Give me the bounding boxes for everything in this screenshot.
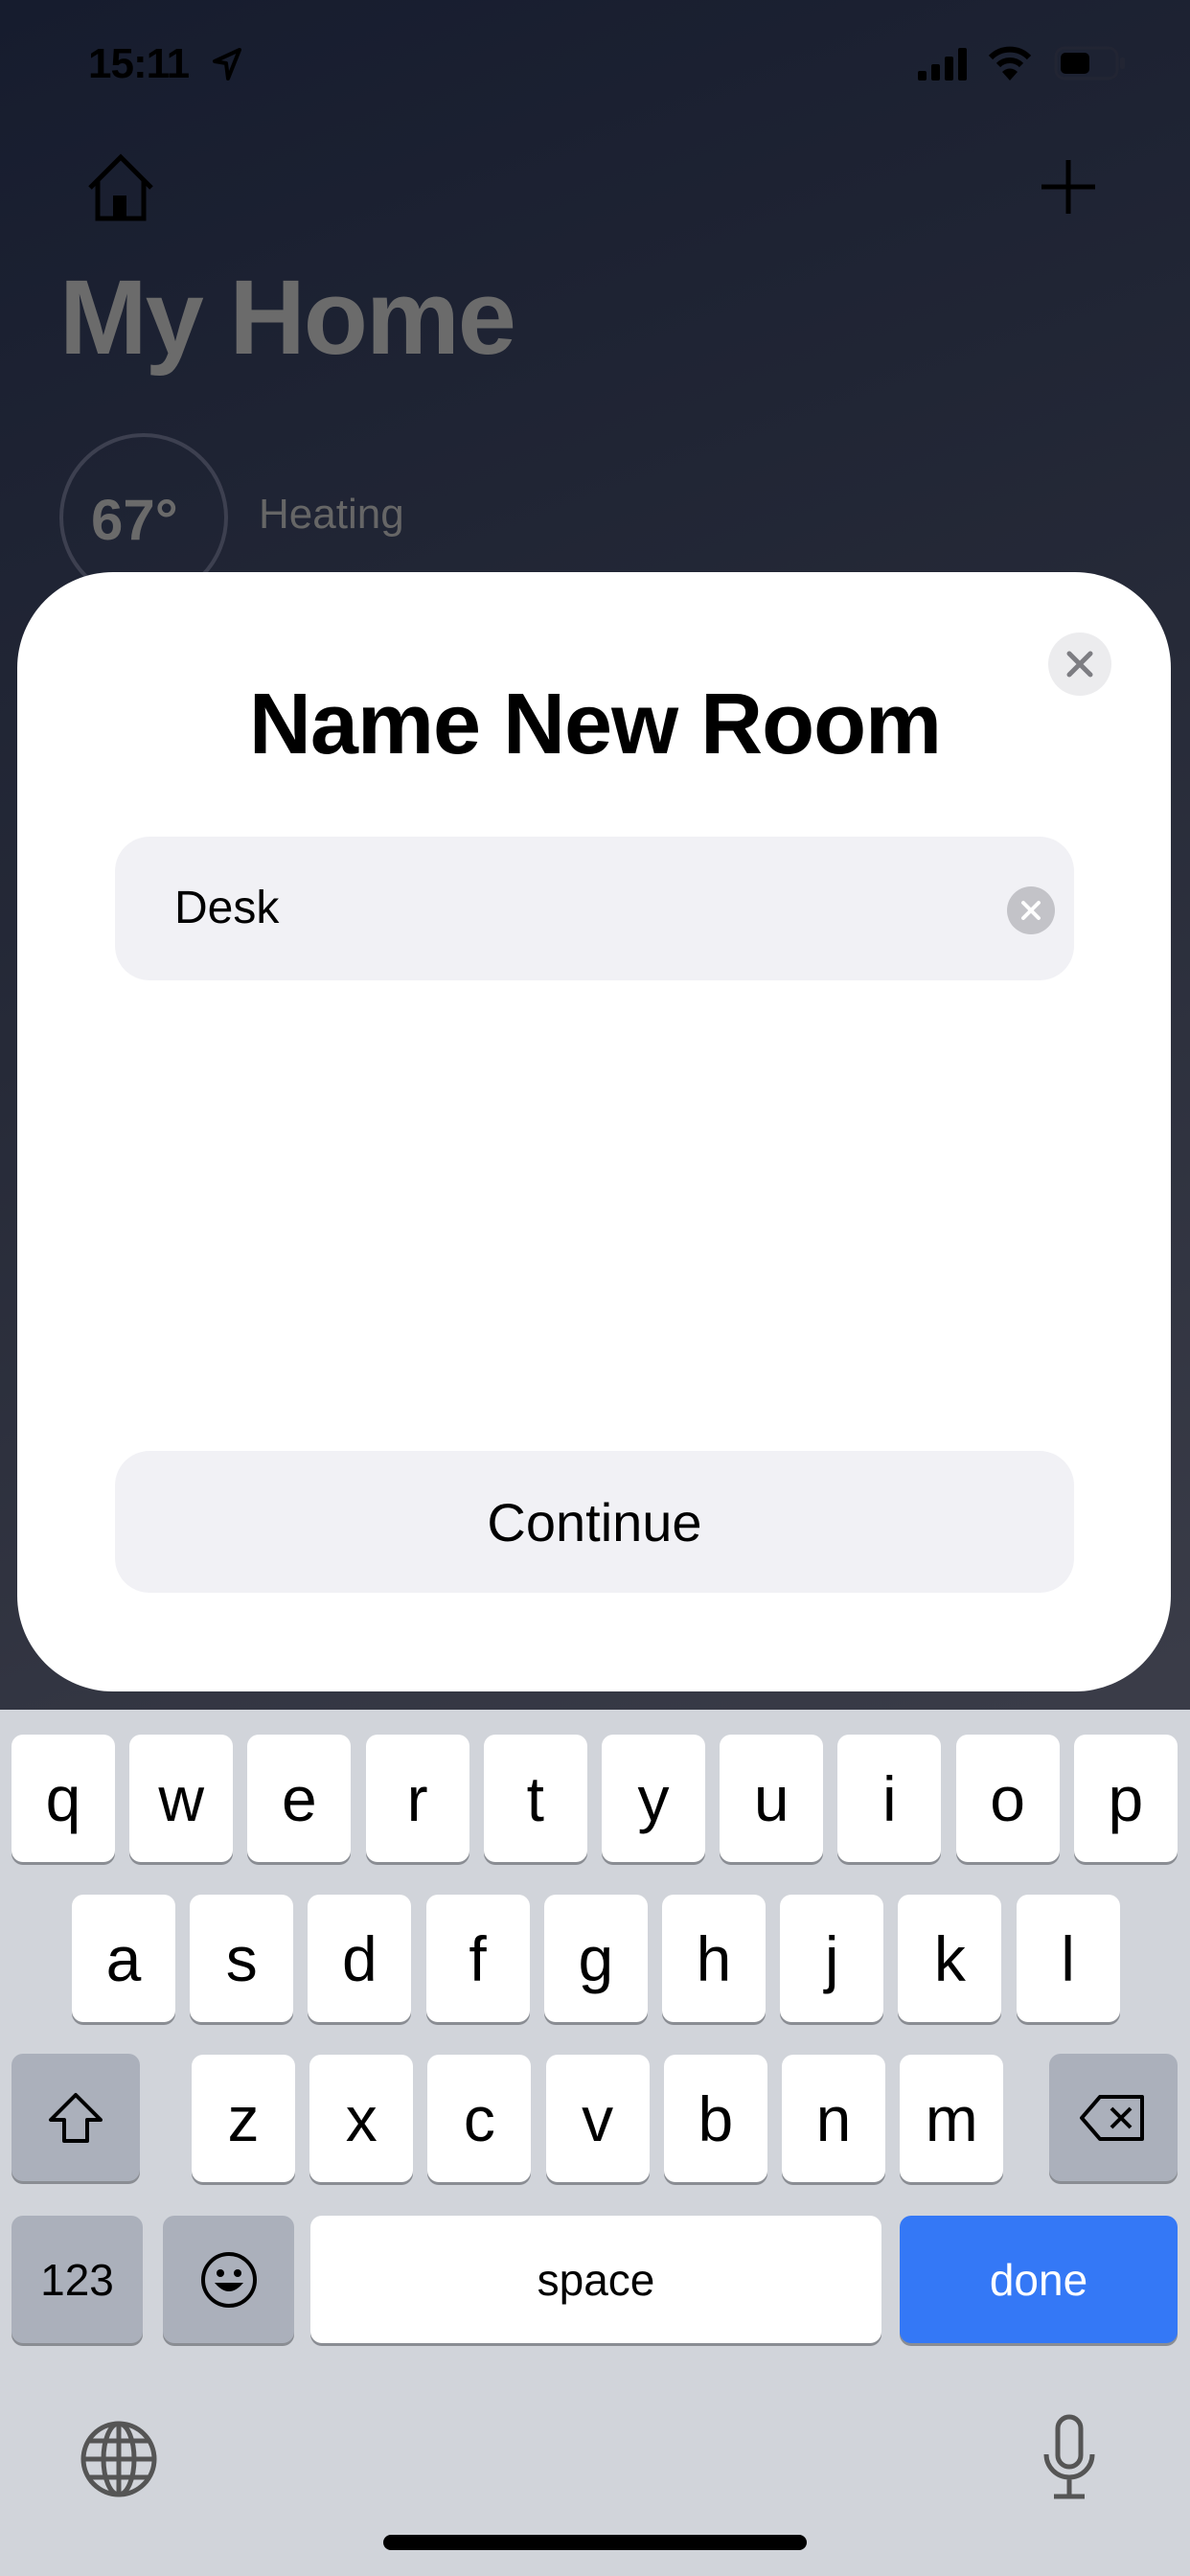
delete-key[interactable]: [1049, 2054, 1178, 2181]
key-c[interactable]: c: [427, 2055, 532, 2182]
room-name-value[interactable]: Desk: [174, 882, 279, 934]
heating-status: Heating: [259, 491, 404, 538]
modal-title: Name New Room: [248, 677, 942, 772]
key-x[interactable]: x: [309, 2055, 414, 2182]
space-key[interactable]: space: [310, 2216, 881, 2343]
key-h[interactable]: h: [662, 1895, 766, 2022]
key-p[interactable]: p: [1073, 1735, 1178, 1862]
plus-icon[interactable]: [1040, 158, 1097, 216]
key-z[interactable]: z: [192, 2055, 295, 2182]
key-r[interactable]: r: [365, 1735, 469, 1862]
key-o[interactable]: o: [955, 1735, 1060, 1862]
key-t[interactable]: t: [483, 1735, 587, 1862]
close-icon: [1066, 651, 1093, 678]
key-v[interactable]: v: [545, 2055, 650, 2182]
key-n[interactable]: n: [782, 2055, 885, 2182]
home-title: My Home: [59, 259, 516, 377]
key-y[interactable]: y: [602, 1735, 705, 1862]
home-indicator[interactable]: [383, 2535, 807, 2550]
shift-icon: [49, 2092, 103, 2143]
key-w[interactable]: w: [129, 1735, 234, 1862]
key-e[interactable]: e: [247, 1735, 352, 1862]
signal-icon: [918, 48, 967, 80]
wifi-icon: [988, 46, 1032, 80]
key-q[interactable]: q: [11, 1735, 115, 1862]
battery-icon: [1054, 46, 1125, 80]
key-s[interactable]: s: [190, 1895, 294, 2022]
keyboard: qwertyuiop asdfghjkl zxcvbnm 123 space don…: [0, 1710, 1190, 2576]
key-a[interactable]: a: [72, 1895, 175, 2022]
numbers-key[interactable]: 123: [11, 2216, 143, 2343]
temperature: 67°: [91, 488, 178, 552]
key-f[interactable]: f: [425, 1895, 530, 2022]
microphone-icon[interactable]: [1041, 2414, 1098, 2502]
globe-icon[interactable]: [80, 2420, 158, 2498]
emoji-key[interactable]: [163, 2216, 294, 2343]
done-key[interactable]: done: [900, 2216, 1178, 2343]
key-b[interactable]: b: [663, 2055, 767, 2182]
key-j[interactable]: j: [780, 1895, 884, 2022]
location-arrow-icon: [213, 48, 241, 80]
close-button[interactable]: [1048, 632, 1111, 696]
backspace-icon: [1080, 2094, 1144, 2141]
key-k[interactable]: k: [898, 1895, 1002, 2022]
status-time: 15:11: [88, 40, 190, 87]
key-g[interactable]: g: [543, 1895, 648, 2022]
continue-button[interactable]: Continue: [115, 1451, 1074, 1593]
home-icon[interactable]: [86, 153, 155, 222]
key-m[interactable]: m: [900, 2055, 1004, 2182]
shift-key[interactable]: [11, 2054, 140, 2181]
clear-input-button[interactable]: [1007, 886, 1055, 934]
key-i[interactable]: i: [837, 1735, 942, 1862]
key-l[interactable]: l: [1016, 1895, 1120, 2022]
key-u[interactable]: u: [720, 1735, 824, 1862]
key-d[interactable]: d: [308, 1895, 412, 2022]
emoji-icon: [200, 2251, 257, 2308]
clear-icon: [1021, 901, 1041, 920]
